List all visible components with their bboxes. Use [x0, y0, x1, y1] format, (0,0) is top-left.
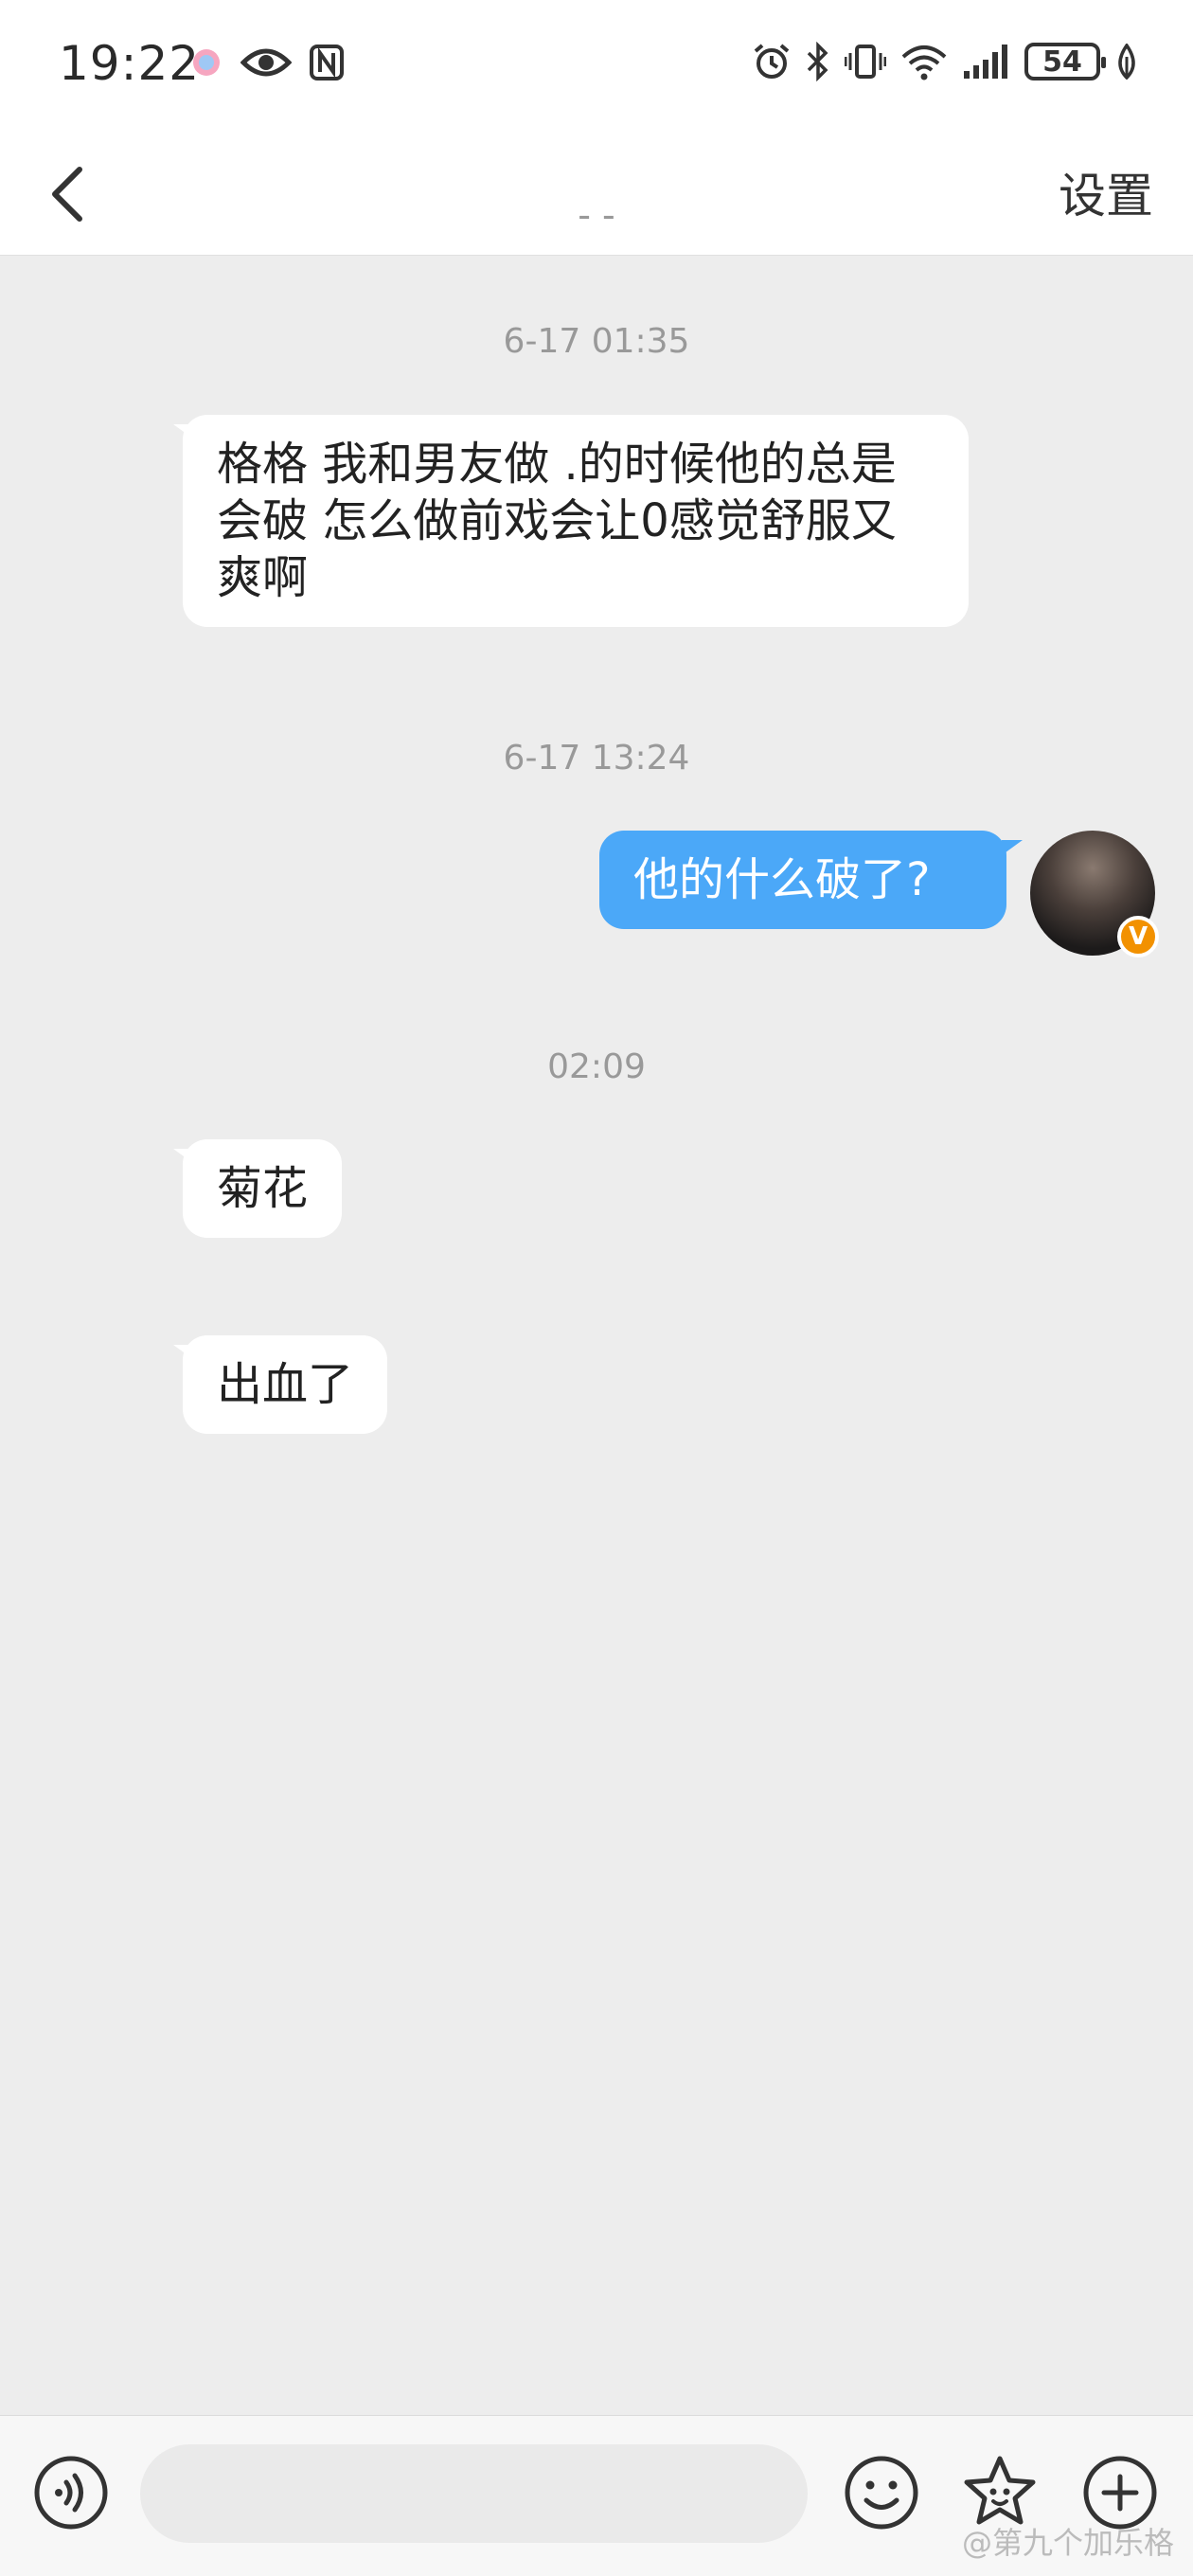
- message-bubble-outgoing[interactable]: 他的什么破了?: [599, 831, 1006, 929]
- timestamp: 6-17 13:24: [503, 739, 690, 778]
- input-bar: @第九个加乐格: [0, 2415, 1193, 2576]
- avatar[interactable]: V: [1030, 831, 1159, 957]
- vibrate-icon: [845, 45, 886, 79]
- status-left-icons: [189, 44, 345, 81]
- leaf-icon: [1118, 44, 1135, 80]
- wifi-icon: [901, 45, 947, 80]
- status-bar: 19:22 54: [0, 0, 1193, 137]
- color-dot-icon: [193, 49, 220, 76]
- message-bubble-incoming[interactable]: 菊花: [183, 1139, 343, 1238]
- status-right-icons: 54: [752, 42, 1140, 81]
- eye-icon: [240, 48, 292, 77]
- emoji-button[interactable]: [843, 2454, 920, 2531]
- timestamp: 6-17 01:35: [503, 322, 690, 361]
- message-bubble-incoming[interactable]: 格格 我和男友做 .的时候他的总是会破 怎么做前戏会让0感觉舒服又爽啊: [183, 415, 969, 627]
- message-input[interactable]: [140, 2444, 808, 2543]
- voice-icon: [34, 2456, 108, 2530]
- verified-badge-icon: V: [1117, 916, 1159, 957]
- message-text: 他的什么破了?: [633, 853, 931, 906]
- status-time: 19:22: [59, 36, 201, 91]
- nfc-icon: [310, 45, 344, 80]
- chat-title: - -: [578, 194, 615, 232]
- signal-icon: [964, 45, 1007, 79]
- watermark: @第九个加乐格: [961, 2525, 1174, 2561]
- settings-button[interactable]: 设置: [1059, 158, 1153, 226]
- bluetooth-icon: [807, 42, 828, 81]
- battery-icon: 54: [1024, 43, 1106, 80]
- nav-bar: - - 设置: [0, 137, 1193, 256]
- battery-level: 54: [1042, 45, 1082, 79]
- timestamp: 02:09: [547, 1047, 646, 1086]
- voice-button[interactable]: [32, 2454, 110, 2531]
- alarm-icon: [754, 44, 790, 79]
- message-text: 出血了: [217, 1358, 354, 1411]
- smiley-icon: [845, 2456, 918, 2530]
- bubble-tail: [1002, 840, 1023, 855]
- message-text: 格格 我和男友做 .的时候他的总是会破 怎么做前戏会让0感觉舒服又爽啊: [217, 438, 897, 604]
- message-bubble-incoming[interactable]: 出血了: [183, 1335, 388, 1434]
- message-text: 菊花: [217, 1162, 309, 1215]
